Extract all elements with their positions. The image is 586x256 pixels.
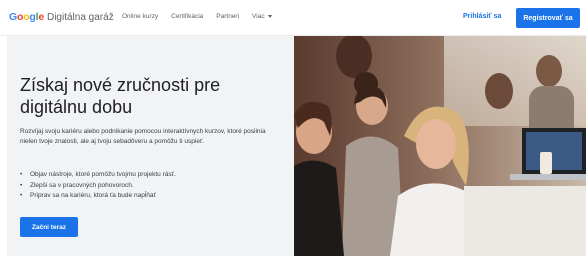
hero-intro: Rozvíjaj svoju kariéru alebo podnikanie …: [20, 128, 266, 145]
list-item: • Zlepši sa v pracovných pohovoroch.: [20, 181, 134, 189]
hero-photo-illustration: [294, 36, 586, 256]
list-item: • Objav nástroje, ktoré pomôžu tvojmu pro…: [20, 171, 176, 178]
hero-text-panel: Získaj nové zručnosti pre digitálnu dobu…: [7, 36, 294, 256]
nav-partners[interactable]: Partneri: [216, 13, 239, 20]
main-nav: Online kurzy Certifikácia Partneri Viac: [122, 13, 285, 20]
chevron-down-icon: [267, 15, 272, 18]
hero-benefits-list: • Objav nástroje, ktoré pomôžu tvojmu pro…: [20, 170, 282, 202]
list-item: • Priprav sa na kariéru, ktorá ťa bude na…: [20, 192, 156, 199]
nav-certification[interactable]: Certifikácia: [171, 13, 203, 20]
login-link[interactable]: Prihlásiť sa: [463, 13, 501, 20]
google-wordmark: Google: [9, 11, 44, 23]
start-now-button[interactable]: Začni teraz: [20, 217, 78, 237]
logo-product-name: Digitálna garáž: [46, 12, 114, 23]
hero-photo: [294, 36, 586, 256]
top-navigation-bar: Google Digitálna garáž Online kurzy Cert…: [0, 0, 586, 36]
nav-more[interactable]: Viac: [252, 13, 272, 20]
hero-headline: Získaj nové zručnosti pre digitálnu dobu: [20, 75, 221, 117]
register-button[interactable]: Registrovať sa: [516, 8, 580, 28]
nav-online-courses[interactable]: Online kurzy: [122, 13, 158, 20]
google-digital-garage-logo[interactable]: Google Digitálna garáž: [9, 11, 114, 27]
